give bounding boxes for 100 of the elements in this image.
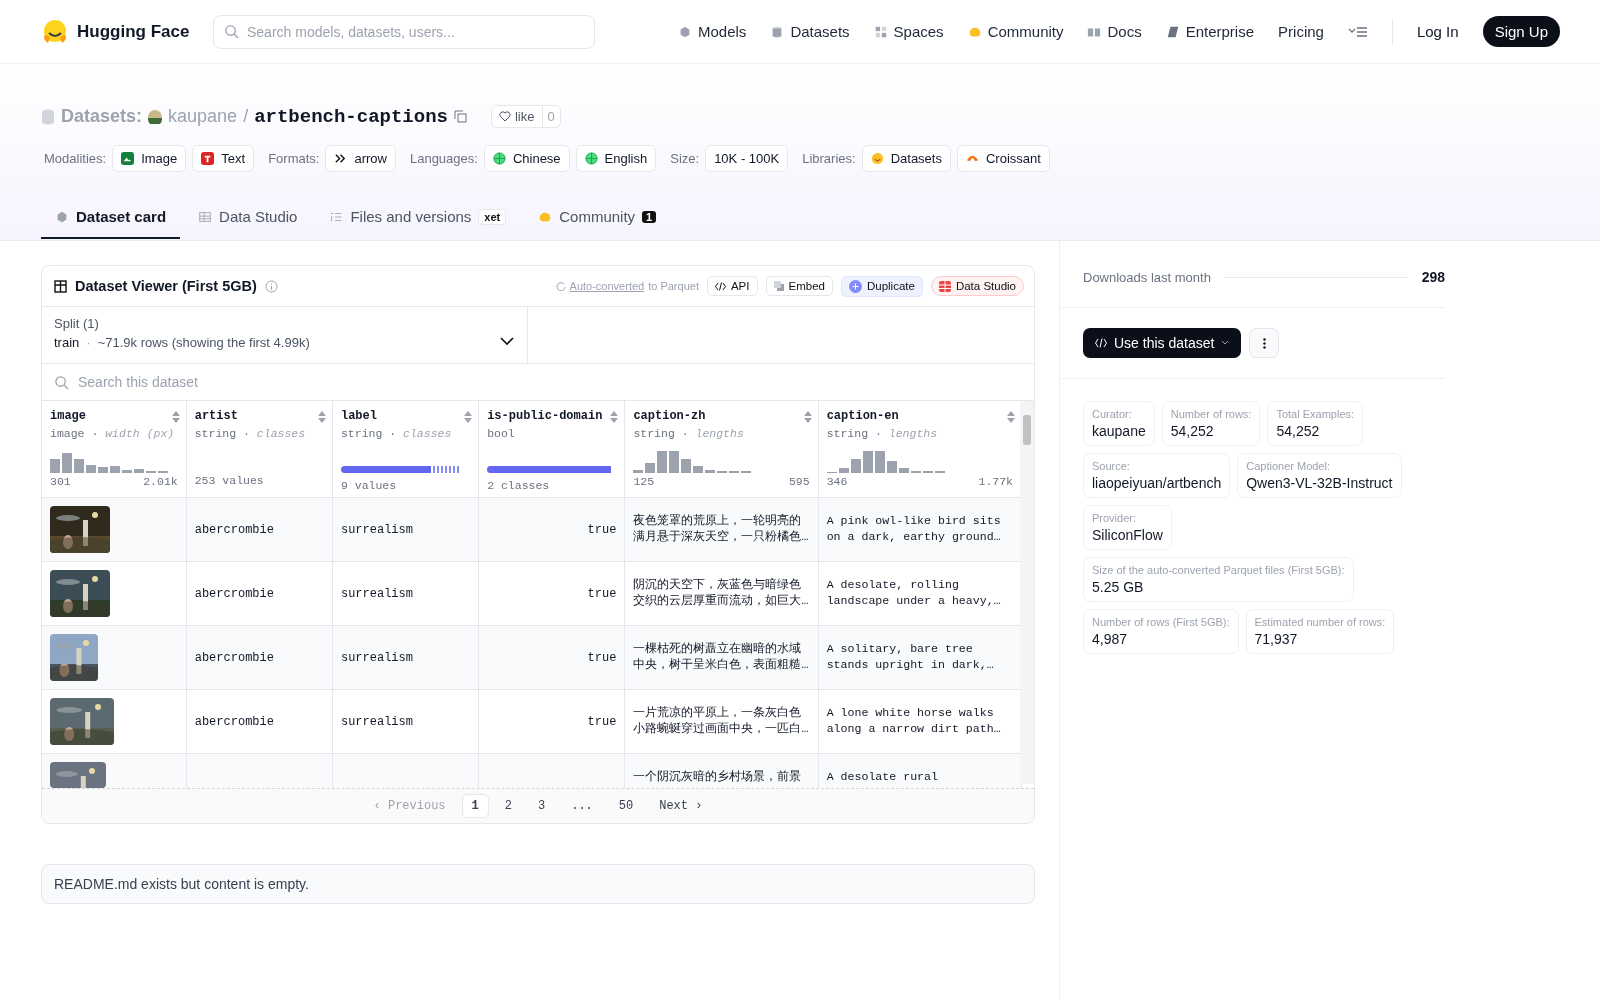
copy-icon: [773, 281, 784, 291]
grid-icon: [873, 24, 888, 39]
table-cell: true: [478, 625, 625, 690]
column-type: string · lengths: [633, 427, 744, 440]
use-dataset-button[interactable]: Use this dataset: [1083, 328, 1242, 358]
copy-icon[interactable]: [454, 110, 467, 123]
table-cell: abercrombie: [186, 497, 333, 562]
table-cell: 夜色笼罩的荒原上，一轮明亮的满月悬于深灰天空，一只粉橘色…: [624, 497, 819, 562]
tag[interactable]: Chinese: [483, 145, 570, 172]
scrollbar[interactable]: [1020, 401, 1034, 784]
page-button[interactable]: 3: [528, 794, 556, 818]
info-value: liaopeiyuan/artbench: [1092, 475, 1222, 491]
info-value: 4,987: [1092, 631, 1129, 647]
range-min: 125: [633, 475, 655, 488]
tab[interactable]: Dataset card: [41, 198, 181, 239]
nav-link[interactable]: Community: [967, 23, 1064, 40]
cylinder-icon: [41, 108, 55, 125]
tag[interactable]: Croissant: [956, 145, 1050, 172]
nav-link[interactable]: Enterprise: [1165, 23, 1255, 40]
tag[interactable]: English: [575, 145, 657, 172]
page-button[interactable]: 50: [608, 794, 644, 818]
brand-name[interactable]: Hugging Face: [77, 21, 190, 42]
tag-group-label: Modalities:: [44, 151, 107, 166]
column-header[interactable]: image image · width (px) 301 2.01k: [42, 401, 187, 498]
dataset-name[interactable]: artbench-captions: [254, 105, 448, 128]
info-label: Estimated number of rows:: [1254, 616, 1386, 628]
nav-link[interactable]: Spaces: [873, 23, 944, 40]
action-button[interactable]: Duplicate: [840, 275, 923, 297]
globe-icon: [492, 152, 506, 165]
range-min: 301: [50, 475, 71, 488]
info-label: Total Examples:: [1276, 408, 1355, 420]
page-button[interactable]: Next ›: [649, 794, 713, 818]
tag[interactable]: Datasets: [861, 145, 951, 172]
summary-text: 2 classes: [487, 479, 550, 492]
column-type: string · classes: [194, 427, 306, 440]
refresh-icon: [555, 281, 566, 291]
sort-icon[interactable]: [317, 411, 326, 423]
tab[interactable]: Community 1: [524, 198, 671, 239]
table-cell: surrealism: [332, 689, 479, 754]
nav-link[interactable]: Models: [678, 23, 747, 40]
column-header[interactable]: is-public-domain bool 2 classes: [478, 401, 625, 498]
more-button[interactable]: [1249, 328, 1280, 358]
table-cell: abercrombie: [186, 561, 333, 626]
tag-group-label: Libraries:: [802, 151, 856, 166]
tag[interactable]: arrow: [325, 145, 396, 172]
tag-group-label: Size:: [670, 151, 700, 166]
xet-badge: xet: [478, 208, 507, 225]
range-min: 346: [826, 475, 848, 488]
action-button[interactable]: Data Studio: [930, 276, 1024, 296]
grid-icon: [938, 280, 951, 292]
tab[interactable]: Files and versions xet: [315, 198, 521, 239]
readme-note: README.md exists but content is empty.: [41, 864, 1035, 904]
column-header[interactable]: label string · classes 9 values: [332, 401, 479, 498]
tab[interactable]: Data Studio: [184, 198, 312, 239]
table-cell: abercrombie: [186, 625, 333, 690]
sort-icon[interactable]: [610, 411, 619, 423]
table-cell: surrealism: [332, 625, 479, 690]
column-header[interactable]: caption-zh string · lengths 125 595: [624, 401, 819, 498]
sort-icon[interactable]: [1007, 411, 1015, 423]
tag[interactable]: 10K - 100K: [705, 145, 789, 172]
column-type: bool: [487, 427, 515, 440]
column-type: image · width (px): [50, 427, 175, 440]
info-value: 5.25 GB: [1092, 579, 1145, 595]
downloads-count: 298: [1421, 269, 1445, 285]
column-header[interactable]: artist string · classes 253 values: [186, 401, 333, 498]
table-cell: surrealism: [332, 561, 479, 626]
sort-icon[interactable]: [803, 411, 812, 423]
signup-button[interactable]: Sign Up: [1482, 16, 1560, 47]
logo-icon[interactable]: [41, 17, 69, 46]
downloads-label: Downloads last month: [1083, 269, 1211, 285]
table-cell: true: [478, 689, 625, 754]
login-link[interactable]: Log In: [1416, 23, 1459, 40]
cube-icon: [678, 24, 692, 39]
menu-icon[interactable]: [1347, 24, 1368, 39]
split-dropdown[interactable]: Split (1) train · ~71.9k rows (showing the first 4.99k): [42, 307, 528, 363]
table-cell: true: [478, 561, 625, 626]
nav-link[interactable]: Docs: [1087, 23, 1142, 40]
action-button[interactable]: API: [706, 276, 758, 296]
sort-icon[interactable]: [171, 411, 180, 423]
table-cell: 一片荒凉的平原上，一条灰白色小路蜿蜒穿过画面中央，一匹白…: [624, 689, 819, 754]
summary-text: 253 values: [194, 474, 264, 487]
search-icon: [54, 374, 69, 390]
text-icon: [201, 152, 215, 165]
page-button[interactable]: 2: [494, 794, 522, 818]
like-button[interactable]: like 0: [491, 105, 561, 128]
page-button[interactable]: 1: [461, 794, 489, 818]
tag-group-label: Languages:: [409, 151, 478, 166]
table-cell: 阴沉的天空下，灰蓝色与暗绿色交织的云层厚重而流动，如巨大…: [624, 561, 819, 626]
action-button[interactable]: Embed: [765, 276, 833, 296]
nav-link[interactable]: Datasets: [770, 23, 850, 40]
column-name: image: [50, 409, 86, 423]
range-max: 1.77k: [978, 475, 1013, 488]
table-cell: true: [478, 497, 625, 562]
info-icon[interactable]: [264, 279, 278, 293]
sort-icon[interactable]: [464, 411, 473, 423]
tag[interactable]: Text: [192, 145, 255, 172]
info-value: 54,252: [1276, 423, 1321, 439]
info-label: Number of rows:: [1170, 408, 1252, 420]
nav-link[interactable]: Pricing: [1278, 23, 1324, 40]
tag[interactable]: Image: [112, 145, 187, 172]
